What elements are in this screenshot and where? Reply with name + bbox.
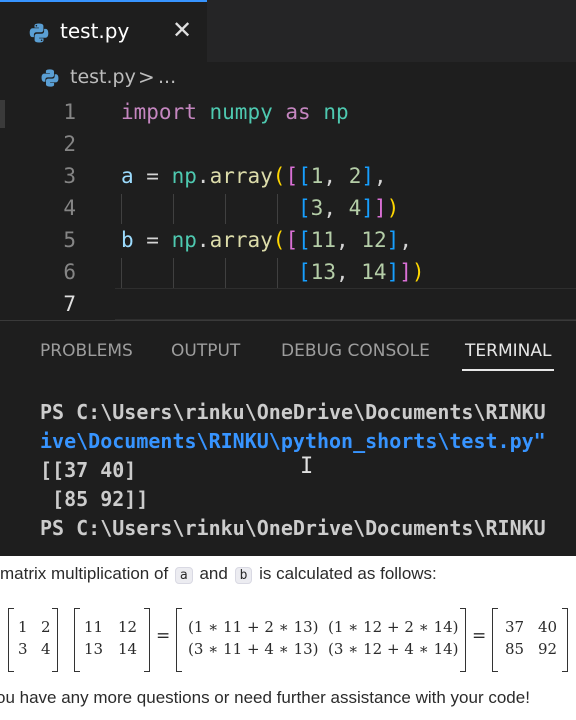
tab-terminal[interactable]: TERMINAL: [465, 341, 551, 361]
code-editor[interactable]: 1 import numpy as np 2 3 a = np.array([[…: [0, 96, 576, 320]
matrix-a: 1 2 3 4: [8, 608, 58, 672]
code-text: [3, 4]]): [298, 196, 400, 220]
matrix-equation: 1 2 3 4 11 12 13 14 = (1 ∗ 11 + 2 ∗ 13) …: [0, 604, 576, 678]
tab-test-py[interactable]: test.py ✕: [0, 0, 207, 62]
close-icon[interactable]: ✕: [172, 16, 192, 44]
result-matrix: 37 40 85 92: [492, 608, 568, 672]
code-line[interactable]: 1 import numpy as np: [0, 96, 576, 128]
terminal-line[interactable]: ive\Documents\RINKU\python_shorts\test.p…: [40, 429, 546, 453]
terminal-line: [[37 40]: [40, 458, 137, 482]
terminal-line: PS C:\Users\rinku\OneDrive\Documents\RIN…: [40, 516, 546, 540]
breadcrumb-separator: >: [138, 65, 155, 89]
line-number: 1: [63, 100, 76, 124]
line-number: 3: [63, 164, 76, 188]
code-line[interactable]: 6 [13, 14]]): [0, 256, 576, 288]
code-line[interactable]: 7: [0, 288, 576, 320]
equals-sign: =: [472, 626, 487, 646]
python-file-icon: [41, 69, 59, 87]
terminal-line: PS C:\Users\rinku\OneDrive\Documents\RIN…: [40, 400, 546, 424]
matrix-b: 11 12 13 14: [74, 608, 150, 672]
line-number: 4: [63, 196, 76, 220]
tab-output[interactable]: OUTPUT: [171, 341, 240, 361]
code-line[interactable]: 2: [0, 128, 576, 160]
tab-debug-console[interactable]: DEBUG CONSOLE: [281, 341, 430, 361]
python-file-icon: [29, 23, 49, 43]
line-number: 2: [63, 132, 76, 156]
breadcrumb-file[interactable]: test.py: [70, 66, 136, 88]
code-line[interactable]: 5 b = np.array([[11, 12],: [0, 224, 576, 256]
code-text: a = np.array([[1, 2],: [121, 164, 387, 188]
code-text: [13, 14]]): [298, 260, 425, 284]
editor-tab-bar: test.py ✕: [0, 0, 576, 62]
expression-matrix: (1 ∗ 11 + 2 ∗ 13) (1 ∗ 12 + 2 ∗ 14) (3 ∗…: [176, 608, 466, 672]
explanation-panel: matrix multiplication of a and b is calc…: [0, 556, 576, 720]
tab-filename: test.py: [60, 19, 130, 43]
explanation-closing: ou have any more questions or need furth…: [0, 688, 530, 707]
code-line[interactable]: 4 [3, 4]]): [0, 192, 576, 224]
code-var-a: a: [174, 567, 193, 584]
active-tab-indicator: [462, 369, 554, 371]
terminal-line: [85 92]]: [40, 487, 149, 511]
code-text: b = np.array([[11, 12],: [121, 228, 412, 252]
code-var-b: b: [234, 567, 253, 584]
code-line[interactable]: 3 a = np.array([[1, 2],: [0, 160, 576, 192]
line-number: 5: [63, 228, 76, 252]
breadcrumb-symbols[interactable]: ...: [158, 66, 176, 88]
tab-problems[interactable]: PROBLEMS: [40, 341, 133, 361]
line-number: 7: [63, 292, 76, 316]
line-number: 6: [63, 260, 76, 284]
explanation-intro: matrix multiplication of a and b is calc…: [0, 564, 437, 584]
text-cursor-icon: I: [300, 454, 314, 479]
equals-sign: =: [156, 626, 171, 646]
breadcrumb: test.py > ...: [0, 62, 576, 96]
code-text: import numpy as np: [121, 100, 349, 124]
